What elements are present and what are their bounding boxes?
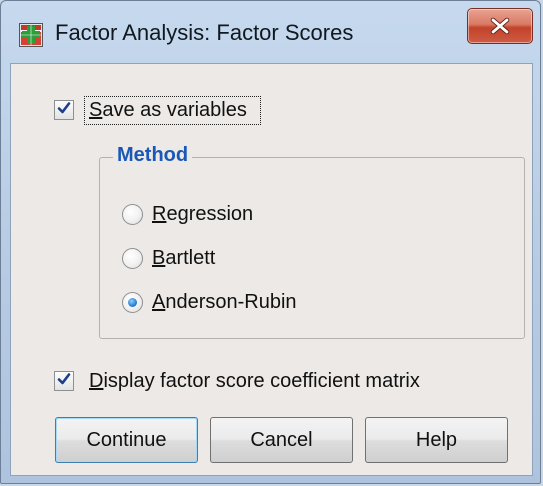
bartlett-radio[interactable] bbox=[122, 248, 143, 269]
close-button[interactable] bbox=[467, 8, 533, 44]
continue-button[interactable]: Continue bbox=[55, 417, 198, 463]
dialog-body: Save as variables Method Regression Bart… bbox=[10, 63, 533, 476]
display-matrix-checkbox[interactable] bbox=[54, 371, 74, 391]
method-group-title: Method bbox=[113, 144, 193, 167]
dialog-window: Factor Analysis: Factor Scores Save as v… bbox=[0, 0, 541, 484]
close-icon bbox=[489, 17, 511, 35]
save-as-variables-checkbox[interactable] bbox=[54, 100, 74, 120]
bartlett-label[interactable]: Bartlett bbox=[152, 247, 215, 270]
regression-label[interactable]: Regression bbox=[152, 203, 253, 226]
window-title: Factor Analysis: Factor Scores bbox=[55, 20, 354, 45]
regression-radio[interactable] bbox=[122, 204, 143, 225]
checkmark-icon bbox=[56, 100, 72, 121]
spss-dialog-icon bbox=[19, 23, 43, 47]
anderson-rubin-label[interactable]: Anderson-Rubin bbox=[152, 291, 297, 314]
cancel-button[interactable]: Cancel bbox=[210, 417, 353, 463]
help-button[interactable]: Help bbox=[365, 417, 508, 463]
save-as-variables-label[interactable]: Save as variables bbox=[89, 99, 247, 122]
display-matrix-label[interactable]: Display factor score coefficient matrix bbox=[89, 370, 420, 393]
checkmark-icon bbox=[56, 371, 72, 392]
anderson-rubin-radio[interactable] bbox=[122, 292, 143, 313]
radio-selected-dot bbox=[128, 298, 137, 307]
title-bar[interactable]: Factor Analysis: Factor Scores bbox=[1, 1, 540, 63]
